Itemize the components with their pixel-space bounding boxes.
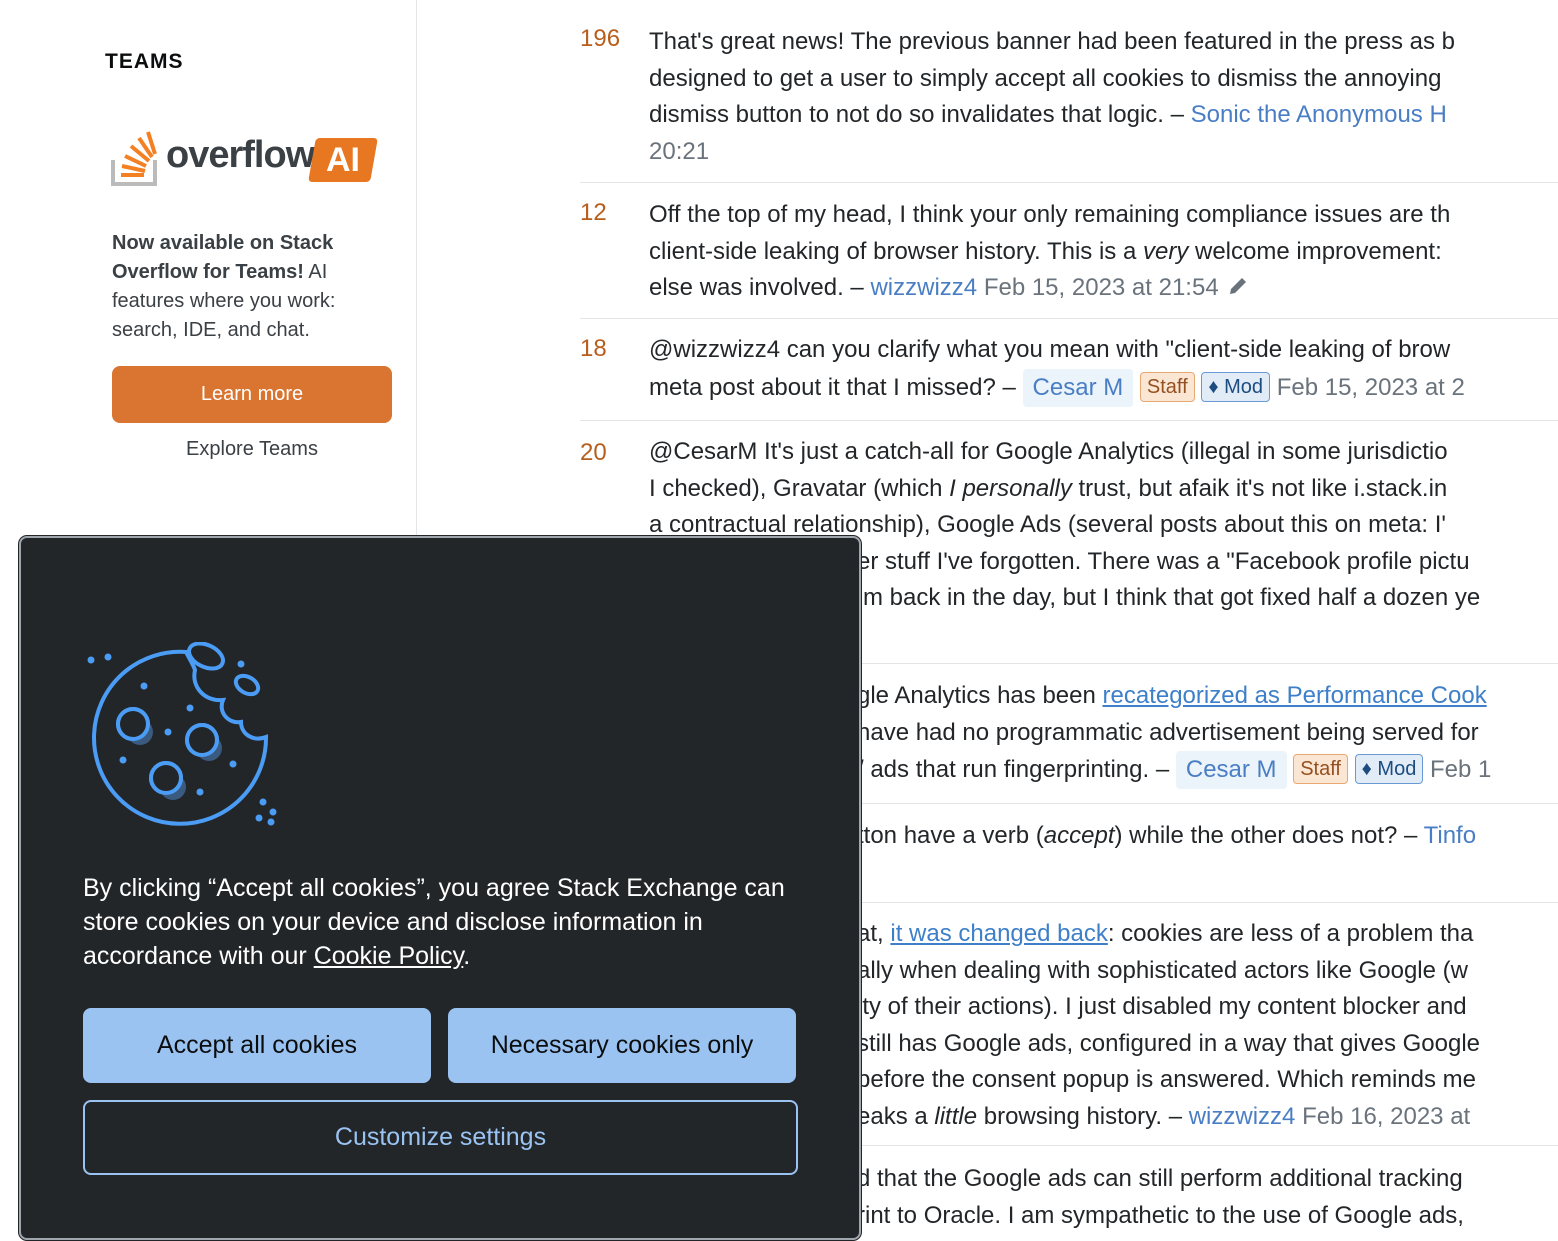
edited-pencil-icon[interactable]: [1227, 275, 1249, 297]
comment-date: Feb 16, 2023 at: [1302, 1102, 1471, 1130]
comment-score: 20: [580, 439, 607, 466]
comment-body: at, it was changed back: cookies are les…: [857, 920, 1481, 1130]
logo-wordmark: overflow: [166, 134, 315, 176]
mod-badge: ♦ Mod: [1354, 754, 1424, 784]
comment-body: Off the top of my head, I think your onl…: [649, 201, 1451, 301]
comment-score: 196: [580, 25, 621, 52]
comment-body: That's great news! The previous banner h…: [649, 24, 1558, 170]
comment-body: tton have a verb (accept) while the othe…: [857, 822, 1477, 849]
stack-overflow-logo-icon: [111, 131, 157, 186]
mod-badge: ♦ Mod: [1201, 371, 1271, 402]
cookie-consent-dialog: By clicking “Accept all cookies”, you ag…: [19, 536, 861, 1240]
comment-user-link[interactable]: Tinfo: [1424, 822, 1476, 849]
cookie-icon: [87, 642, 277, 826]
comment: 12 Off the top of my head, I think your …: [580, 182, 1558, 319]
comment: 18 @wizzwizz4 can you clarify what you m…: [580, 318, 1558, 421]
comment-body: @wizzwizz4 can you clarify what you mean…: [649, 332, 1558, 407]
logo-ai-badge: AI: [308, 138, 378, 182]
comment-body: gle Analytics has been recategorized as …: [857, 678, 1558, 789]
comment-date: Feb 15, 2023 at 2: [1276, 373, 1465, 401]
cookie-consent-text: By clicking “Accept all cookies”, you ag…: [83, 874, 785, 970]
explore-teams-link[interactable]: Explore Teams: [112, 438, 392, 461]
comment-user-link[interactable]: Cesar M: [1175, 751, 1287, 789]
overflow-ai-logo: overflow AI: [110, 126, 380, 188]
comment-user-link[interactable]: Sonic the Anonymous H: [1191, 101, 1447, 128]
comment-link[interactable]: recategorized as Performance Cook: [1103, 682, 1487, 709]
comment-date: Feb 15, 2023 at 21:54: [983, 274, 1219, 301]
accept-all-cookies-button[interactable]: Accept all cookies: [83, 1008, 431, 1083]
comment-date: Feb 1: [1430, 756, 1492, 783]
comment-score: 12: [580, 199, 607, 226]
comment: 196 That's great news! The previous bann…: [580, 0, 1558, 182]
staff-badge: Staff: [1139, 371, 1195, 402]
comment-link[interactable]: it was changed back: [890, 920, 1107, 947]
necessary-cookies-only-button[interactable]: Necessary cookies only: [448, 1008, 796, 1083]
staff-badge: Staff: [1293, 754, 1348, 784]
comment-user-link[interactable]: Cesar M: [1022, 368, 1134, 407]
teams-promo-text: Now available on Stack Overflow for Team…: [112, 232, 336, 341]
customize-settings-button[interactable]: Customize settings: [83, 1100, 798, 1175]
comment-body: d that the Google ads can still perform …: [857, 1165, 1464, 1229]
teams-heading: TEAMS: [105, 50, 184, 73]
cookie-policy-link[interactable]: Cookie Policy: [314, 942, 464, 970]
comment-date: 20:21: [649, 137, 710, 165]
learn-more-button[interactable]: Learn more: [112, 366, 392, 423]
comment-score: 18: [580, 335, 607, 362]
comment-user-link[interactable]: wizzwizz4: [870, 274, 977, 301]
comment-user-link[interactable]: wizzwizz4: [1189, 1103, 1296, 1130]
